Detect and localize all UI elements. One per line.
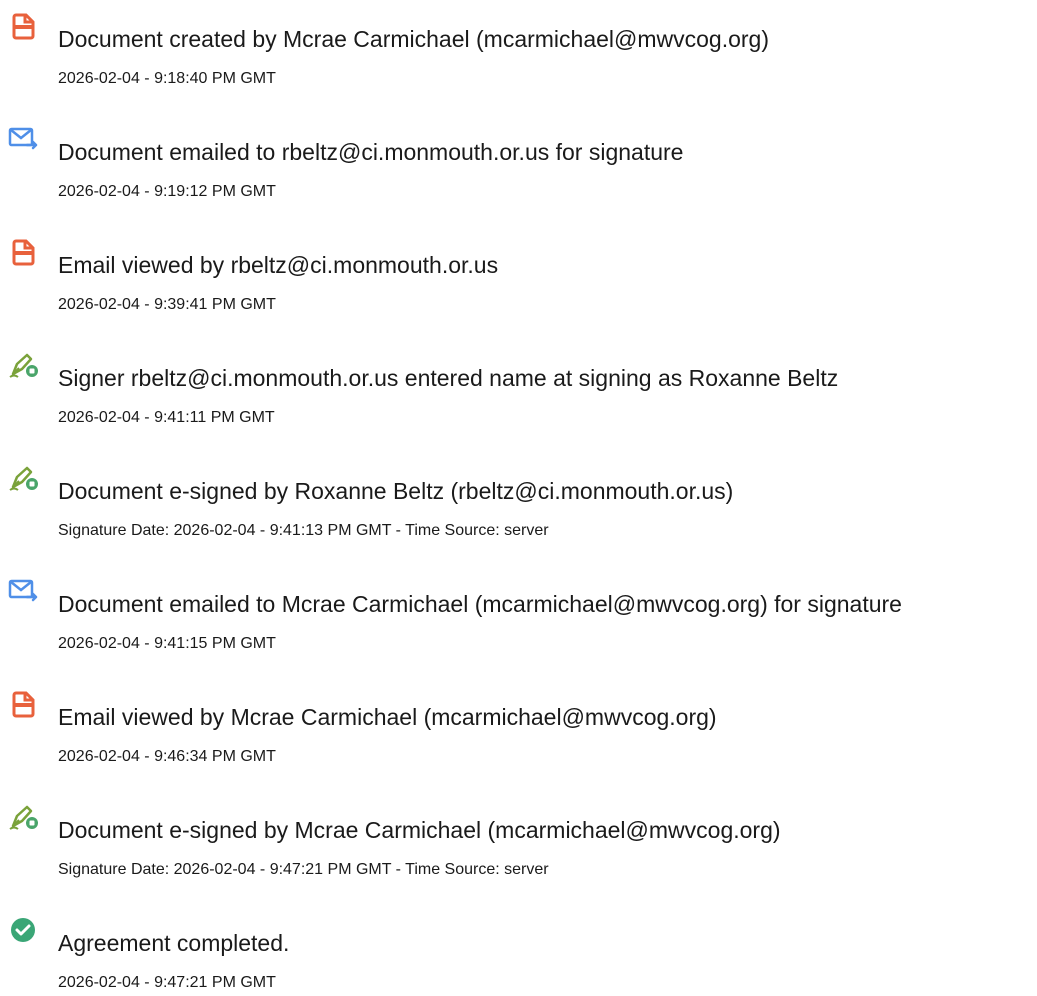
event-title: Document emailed to rbeltz@ci.monmouth.o…	[58, 139, 684, 165]
event-timestamp: 2026-02-04 - 9:41:11 PM GMT	[58, 409, 275, 426]
event-timestamp: 2026-02-04 - 9:47:21 PM GMT	[58, 974, 276, 991]
event-signature-date: Signature Date: 2026-02-04 - 9:47:21 PM …	[58, 861, 549, 878]
checkmark-circle-icon	[7, 915, 41, 945]
audit-event: Email viewed by rbeltz@ci.monmouth.or.us…	[0, 237, 1037, 317]
audit-event: Signer rbeltz@ci.monmouth.or.us entered …	[0, 350, 1037, 430]
audit-event: Document emailed to rbeltz@ci.monmouth.o…	[0, 124, 1037, 204]
event-timestamp: 2026-02-04 - 9:18:40 PM GMT	[58, 70, 276, 87]
document-icon	[7, 237, 41, 267]
e-sign-pen-icon	[7, 350, 41, 380]
audit-event: Document emailed to Mcrae Carmichael (mc…	[0, 576, 1037, 656]
event-timestamp: 2026-02-04 - 9:19:12 PM GMT	[58, 183, 276, 200]
e-sign-pen-icon	[7, 802, 41, 832]
event-timestamp: 2026-02-04 - 9:41:15 PM GMT	[58, 635, 276, 652]
event-title: Document e-signed by Mcrae Carmichael (m…	[58, 817, 781, 843]
event-timestamp: 2026-02-04 - 9:46:34 PM GMT	[58, 748, 276, 765]
event-title: Signer rbeltz@ci.monmouth.or.us entered …	[58, 365, 839, 391]
audit-event: Agreement completed. 2026-02-04 - 9:47:2…	[0, 915, 1037, 995]
audit-event: Email viewed by Mcrae Carmichael (mcarmi…	[0, 689, 1037, 769]
event-title: Document emailed to Mcrae Carmichael (mc…	[58, 591, 902, 617]
event-title: Email viewed by Mcrae Carmichael (mcarmi…	[58, 704, 717, 730]
event-title: Document e-signed by Roxanne Beltz (rbel…	[58, 478, 734, 504]
audit-event: Document created by Mcrae Carmichael (mc…	[0, 11, 1037, 91]
audit-event: Document e-signed by Mcrae Carmichael (m…	[0, 802, 1037, 882]
email-sent-icon	[7, 576, 41, 606]
event-title: Agreement completed.	[58, 930, 290, 956]
e-sign-pen-icon	[7, 463, 41, 493]
event-signature-date: Signature Date: 2026-02-04 - 9:41:13 PM …	[58, 522, 549, 539]
event-timestamp: 2026-02-04 - 9:39:41 PM GMT	[58, 296, 276, 313]
email-sent-icon	[7, 124, 41, 154]
event-title: Document created by Mcrae Carmichael (mc…	[58, 26, 770, 52]
audit-event: Document e-signed by Roxanne Beltz (rbel…	[0, 463, 1037, 543]
document-icon	[7, 11, 41, 41]
event-title: Email viewed by rbeltz@ci.monmouth.or.us	[58, 252, 499, 278]
document-icon	[7, 689, 41, 719]
